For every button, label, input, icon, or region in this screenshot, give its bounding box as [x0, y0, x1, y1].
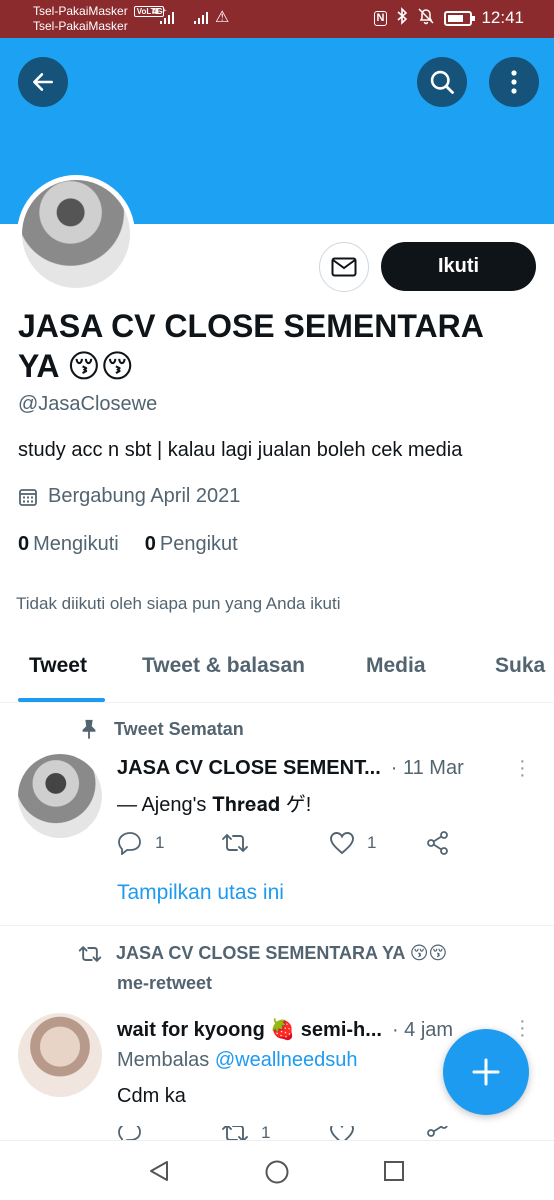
retweet-button[interactable]: 1	[221, 1126, 329, 1140]
reply-mention[interactable]: @weallneedsuh	[215, 1049, 358, 1071]
reply-button[interactable]	[117, 1126, 221, 1140]
tab-tweet-replies[interactable]: Tweet & balasan	[142, 654, 305, 678]
retweeter-name[interactable]: JASA CV CLOSE SEMENTARA YA 😚😚	[116, 943, 447, 964]
carrier-2: Tsel-PakaiMasker	[33, 19, 128, 33]
tweet-more-icon[interactable]: · · ·	[519, 751, 526, 785]
more-options-button[interactable]	[489, 57, 539, 107]
search-icon	[430, 70, 454, 94]
reply-count: 1	[155, 833, 165, 852]
reply-icon	[118, 1126, 141, 1140]
tweet-avatar[interactable]	[18, 1013, 102, 1097]
pinned-label: Tweet Sematan	[114, 718, 244, 739]
tweet-text: Cdm ka	[117, 1085, 186, 1107]
tab-media[interactable]: Media	[366, 654, 426, 678]
tweet-time: · 4 jam	[391, 1019, 454, 1041]
search-button[interactable]	[417, 57, 467, 107]
mute-icon	[417, 7, 435, 29]
nav-recents-icon[interactable]	[383, 1160, 405, 1182]
tweet-more-icon[interactable]: · · ·	[519, 1011, 526, 1045]
followers-link[interactable]: 0 Pengikut	[145, 533, 238, 556]
battery-icon	[444, 10, 476, 26]
not-followed-notice: Tidak diikuti oleh siapa pun yang Anda i…	[16, 594, 341, 613]
tweet-author-name[interactable]: JASA CV CLOSE SEMENT...	[117, 757, 381, 780]
profile-handle: @JasaClosewe	[18, 393, 158, 415]
following-count: 0	[18, 533, 30, 555]
reply-icon	[118, 832, 141, 855]
retweet-context: JASA CV CLOSE SEMENTARA YA 😚😚	[78, 943, 447, 964]
following-label: Mengikuti	[33, 533, 119, 555]
retweet-count: 1	[261, 1126, 271, 1140]
bluetooth-icon	[396, 7, 408, 29]
profile-tabs: Tweet Tweet & balasan Media Suka	[0, 630, 554, 703]
more-vertical-icon	[511, 70, 517, 94]
following-link[interactable]: 0 Mengikuti	[18, 533, 119, 556]
back-button[interactable]	[18, 57, 68, 107]
retweet-label: me-retweet	[117, 973, 213, 993]
replying-to-label: Membalas	[117, 1049, 210, 1071]
plus-icon	[472, 1058, 500, 1086]
warning-icon: ⚠	[215, 9, 230, 26]
tweet-actions: 1	[117, 1126, 451, 1140]
joined-date: Bergabung April 2021	[18, 485, 240, 508]
tweet-text: — Ajeng's 𝐓𝐡𝐫𝐞𝐚𝐝 ゲ!	[117, 794, 312, 816]
tweet-author-name[interactable]: wait for kyoong 🍓 semi-h...	[117, 1017, 382, 1042]
compose-tweet-button[interactable]	[443, 1029, 529, 1115]
nav-back-icon[interactable]	[147, 1159, 171, 1183]
retweet-button[interactable]	[221, 832, 329, 854]
show-thread-link[interactable]: Tampilkan utas ini	[117, 881, 284, 905]
follow-stats: 0 Mengikuti 0 Pengikut	[18, 533, 238, 556]
pin-icon	[82, 719, 96, 740]
tweet-divider	[0, 925, 554, 926]
tab-likes[interactable]: Suka	[495, 654, 545, 678]
nfc-icon: N	[373, 10, 388, 26]
active-tab-indicator	[18, 698, 105, 702]
share-icon	[427, 1126, 448, 1137]
follow-button[interactable]: Ikuti	[381, 242, 536, 291]
retweet-icon	[78, 945, 102, 962]
tweet-header: wait for kyoong 🍓 semi-h... · 4 jam	[117, 1017, 453, 1042]
like-button[interactable]	[329, 1126, 425, 1140]
mail-icon	[331, 257, 357, 277]
pinned-context: Tweet Sematan	[78, 718, 244, 740]
tweet-header: JASA CV CLOSE SEMENT... · 11 Mar	[117, 757, 464, 780]
reply-context: Membalas @weallneedsuh	[117, 1049, 357, 1072]
heart-icon	[330, 832, 354, 855]
calendar-icon	[19, 488, 37, 506]
nav-home-icon[interactable]	[264, 1159, 290, 1185]
tweet-actions: 1 1	[117, 830, 451, 856]
share-icon	[427, 831, 448, 855]
carrier-info: Tsel-PakaiMasker VoLTE Tsel-PakaiMasker	[33, 4, 164, 34]
joined-text: Bergabung April 2021	[48, 485, 241, 507]
reply-button[interactable]: 1	[117, 831, 221, 855]
retweet-icon	[222, 834, 248, 852]
tweet-avatar[interactable]	[18, 754, 102, 838]
profile-avatar[interactable]	[17, 175, 135, 293]
clock: 12:41	[481, 8, 524, 27]
avatar-image	[22, 180, 130, 288]
like-count: 1	[367, 833, 377, 852]
profile-bio: study acc n sbt | kalau lagi jualan bole…	[18, 439, 463, 461]
signal-1-icon	[160, 11, 174, 24]
tweet-time: · 11 Mar	[390, 757, 464, 779]
share-button[interactable]	[425, 1126, 451, 1140]
followers-label: Pengikut	[159, 533, 238, 555]
system-navigation-bar	[0, 1140, 554, 1200]
status-bar: Tsel-PakaiMasker VoLTE Tsel-PakaiMasker …	[0, 0, 554, 38]
retweet-icon	[222, 1126, 248, 1140]
like-button[interactable]: 1	[329, 831, 425, 855]
carrier-1: Tsel-PakaiMasker	[33, 4, 128, 18]
followers-count: 0	[144, 533, 156, 555]
tab-tweet[interactable]: Tweet	[29, 654, 87, 678]
signal-2-icon	[194, 11, 208, 24]
message-button[interactable]	[319, 242, 369, 292]
heart-icon	[330, 1126, 354, 1140]
display-name: JASA CV CLOSE SEMENTARA YA 😚😚	[18, 308, 483, 384]
share-button[interactable]	[425, 830, 451, 856]
arrow-left-icon	[33, 73, 53, 91]
